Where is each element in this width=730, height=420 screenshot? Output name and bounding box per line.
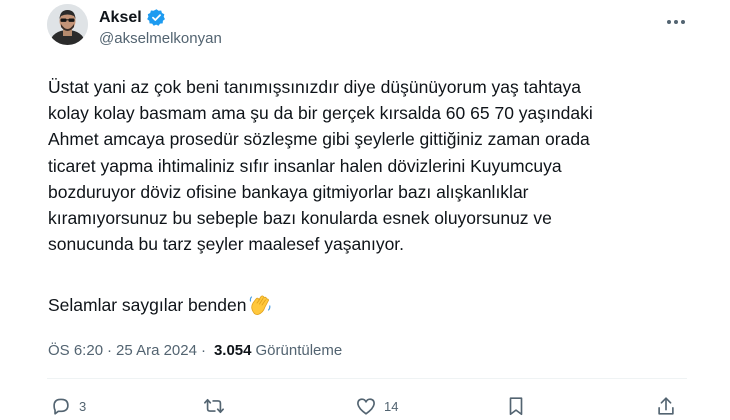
tweet-card: Aksel @akselmelkonyan Üstat yani az çok … — [0, 0, 730, 420]
tweet-text-line: kıramıyorsunuz bu sebeple bazı konularda… — [48, 208, 552, 229]
author-row: Aksel — [99, 8, 166, 27]
author-handle[interactable]: @akselmelkonyan — [99, 30, 222, 47]
share-button[interactable] — [655, 395, 677, 417]
heart-icon — [355, 395, 377, 417]
tweet-text-line: ticaret yapma ihtimaliniz sıfır insanlar… — [48, 155, 562, 176]
share-icon — [655, 395, 677, 417]
tweet-text: Üstat yani az çok beni tanımışsınızdır d… — [48, 74, 668, 257]
reply-button[interactable]: 3 — [50, 395, 86, 417]
divider — [47, 378, 687, 379]
repost-button[interactable] — [203, 395, 232, 417]
reply-icon — [50, 395, 72, 417]
tweet-text-line: bozduruyor döviz ofisine bankaya gitmiyo… — [48, 181, 529, 202]
tweet-text-line: Ahmet amcaya prosedür sözleşme gibi şeyl… — [48, 129, 590, 150]
more-horizontal-icon[interactable] — [662, 12, 690, 32]
waving-hands-emoji-icon — [248, 293, 272, 317]
like-button[interactable]: 14 — [355, 395, 398, 417]
bookmark-icon — [505, 395, 527, 417]
tweet-signoff: Selamlar saygılar benden — [48, 292, 272, 318]
views-label: Görüntüleme — [255, 342, 343, 359]
like-count: 14 — [384, 398, 399, 414]
meta-separator: · — [200, 342, 206, 359]
meta-separator: · — [107, 342, 113, 359]
reply-count: 3 — [79, 398, 87, 414]
verified-badge-icon — [146, 8, 166, 27]
signoff-text: Selamlar saygılar benden — [48, 295, 247, 315]
tweet-text-line: sonucunda bu tarz şeyler maalesef yaşanı… — [48, 234, 405, 255]
tweet-date[interactable]: 25 Ara 2024 — [116, 342, 197, 359]
tweet-time[interactable]: ÖS 6:20 — [48, 342, 103, 359]
tweet-text-line: kolay kolay basmam ama şu da bir gerçek … — [48, 103, 593, 124]
repost-icon — [203, 395, 225, 417]
views-count[interactable]: 3.054 — [214, 342, 252, 359]
tweet-meta: ÖS 6:20 · 25 Ara 2024 · 3.054 Görüntülem… — [48, 342, 342, 359]
display-name[interactable]: Aksel — [99, 9, 142, 27]
avatar[interactable] — [47, 4, 88, 45]
bookmark-button[interactable] — [505, 395, 527, 417]
tweet-text-line: Üstat yani az çok beni tanımışsınızdır d… — [48, 77, 582, 97]
